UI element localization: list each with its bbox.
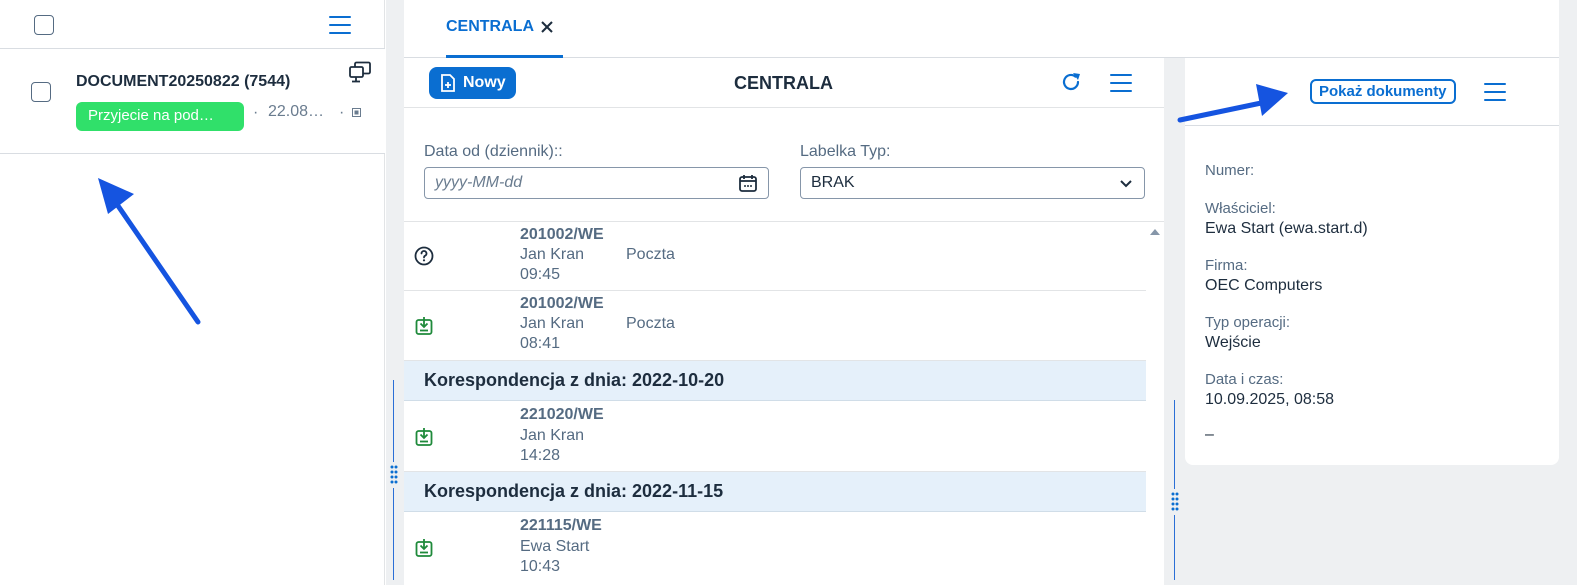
left-list-header bbox=[0, 0, 385, 49]
row-time: 09:45 bbox=[520, 266, 561, 283]
new-button-label: Nowy bbox=[463, 74, 506, 91]
status-badge: Przyjecie na pod… bbox=[76, 102, 244, 131]
scroll-up-icon[interactable] bbox=[1149, 228, 1161, 236]
inbox-download-icon bbox=[415, 428, 433, 446]
group-header[interactable]: Korespondencja z dnia: 2022-10-20 bbox=[404, 361, 1146, 401]
field-label-datetime: Data i czas: bbox=[1205, 371, 1284, 388]
separator: · bbox=[339, 104, 345, 121]
row-time: 10:43 bbox=[520, 558, 561, 575]
show-documents-button[interactable]: Pokaż dokumenty bbox=[1310, 79, 1456, 104]
field-value-owner: Ewa Start (ewa.start.d) bbox=[1205, 220, 1368, 237]
row-person: Jan Kran bbox=[520, 246, 585, 263]
row-id: 201002/WE bbox=[520, 295, 604, 312]
field-label-number: Numer: bbox=[1205, 162, 1255, 179]
close-icon[interactable] bbox=[540, 20, 554, 34]
type-filter-label: Labelka Typ: bbox=[800, 143, 891, 160]
row-id: 201002/WE bbox=[520, 226, 604, 243]
separator: · bbox=[253, 104, 259, 121]
new-document-icon bbox=[441, 74, 455, 92]
trailing-dash: – bbox=[1205, 426, 1214, 443]
item-date: 22.08… bbox=[268, 103, 325, 120]
tab-centrala[interactable]: CENTRALA bbox=[446, 18, 554, 36]
table-row[interactable]: 221020/WE Jan Kran 14:28 bbox=[404, 401, 1146, 472]
field-label-company: Firma: bbox=[1205, 257, 1248, 274]
field-value-operation-type: Wejście bbox=[1205, 334, 1261, 351]
panel-menu-icon[interactable] bbox=[1110, 74, 1132, 92]
small-link-icon[interactable] bbox=[352, 108, 361, 117]
field-value-company: OEC Computers bbox=[1205, 277, 1323, 294]
annotation-arrow-icon bbox=[98, 178, 201, 325]
list-item[interactable]: DOCUMENT20250822 (7544) Przyjecie na pod… bbox=[0, 49, 385, 154]
new-button[interactable]: Nowy bbox=[429, 67, 516, 99]
date-placeholder: yyyy-MM-dd bbox=[435, 174, 523, 191]
calendar-icon[interactable] bbox=[738, 173, 758, 193]
panel-toolbar: Nowy CENTRALA bbox=[404, 58, 1164, 108]
group-header-label: Korespondencja z dnia: 2022-10-20 bbox=[424, 370, 725, 390]
document-title: DOCUMENT20250822 (7544) bbox=[76, 73, 291, 90]
field-value-datetime: 10.09.2025, 08:58 bbox=[1205, 391, 1335, 408]
type-select[interactable]: BRAK bbox=[800, 167, 1145, 199]
row-person: Jan Kran bbox=[520, 427, 585, 444]
right-splitter-handle[interactable] bbox=[1169, 489, 1181, 515]
tab-label: CENTRALA bbox=[446, 18, 534, 35]
row-time: 08:41 bbox=[520, 335, 561, 352]
date-field[interactable]: yyyy-MM-dd bbox=[424, 167, 769, 199]
filter-bar: Data od (dziennik):: yyyy-MM-dd Labelka … bbox=[404, 108, 1164, 222]
tab-bar: CENTRALA bbox=[404, 0, 1559, 58]
select-all-checkbox[interactable] bbox=[34, 15, 54, 35]
table-row[interactable]: 201002/WE Jan Kran 08:41 Poczta bbox=[404, 291, 1146, 361]
panel-title: CENTRALA bbox=[734, 73, 833, 93]
table-row[interactable]: 201002/WE Jan Kran 09:45 Poczta bbox=[404, 222, 1146, 291]
inbox-download-icon bbox=[415, 539, 433, 557]
detail-menu-icon[interactable] bbox=[1484, 83, 1506, 101]
group-header-label: Korespondencja z dnia: 2022-11-15 bbox=[424, 481, 724, 501]
refresh-icon[interactable] bbox=[1059, 70, 1083, 94]
annotation-arrow-icon bbox=[1177, 84, 1288, 123]
row-time: 14:28 bbox=[520, 447, 561, 464]
left-splitter-handle[interactable] bbox=[388, 462, 400, 488]
row-person: Jan Kran bbox=[520, 315, 585, 332]
row-id: 221020/WE bbox=[520, 406, 604, 423]
row-channel: Poczta bbox=[626, 246, 675, 263]
field-label-operation-type: Typ operacji: bbox=[1205, 314, 1291, 331]
grip-icon bbox=[390, 465, 398, 484]
grip-icon bbox=[1171, 492, 1179, 511]
left-menu-icon[interactable] bbox=[329, 16, 351, 34]
group-header[interactable]: Korespondencja z dnia: 2022-11-15 bbox=[404, 472, 1146, 512]
date-filter-label: Data od (dziennik):: bbox=[424, 143, 563, 160]
chevron-down-icon bbox=[1120, 180, 1132, 188]
inbox-download-icon bbox=[415, 317, 433, 335]
desktop-copy-icon[interactable] bbox=[348, 61, 372, 83]
row-channel: Poczta bbox=[626, 315, 675, 332]
item-checkbox[interactable] bbox=[31, 82, 51, 102]
table-row[interactable]: 221115/WE Ewa Start 10:43 bbox=[404, 512, 1146, 585]
scrollbar[interactable] bbox=[1146, 222, 1164, 585]
row-person: Ewa Start bbox=[520, 538, 590, 555]
row-id: 221115/WE bbox=[520, 517, 602, 534]
question-circle-icon bbox=[414, 246, 434, 266]
field-label-owner: Właściciel: bbox=[1205, 200, 1276, 217]
type-select-value: BRAK bbox=[811, 174, 855, 191]
